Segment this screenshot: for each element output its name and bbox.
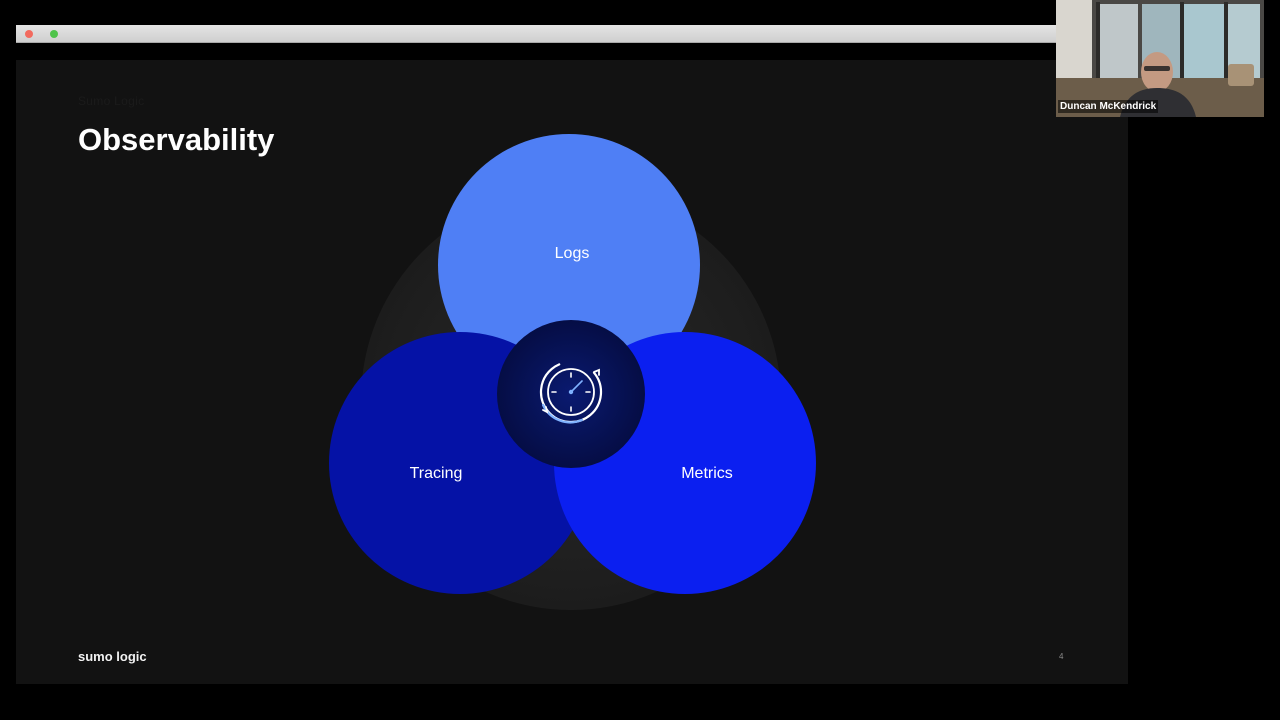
participant-video-tile[interactable]: Duncan McKendrick bbox=[1056, 0, 1264, 117]
participant-name: Duncan McKendrick bbox=[1058, 100, 1159, 113]
tracing-label: Tracing bbox=[410, 465, 463, 482]
close-window-icon[interactable] bbox=[25, 30, 33, 38]
screen: Sumo Logic Observability Logs Tracing Me… bbox=[0, 0, 1280, 720]
observability-venn-diagram: Logs Tracing Metrics bbox=[329, 134, 816, 610]
slide-page-number: 4 bbox=[1059, 652, 1064, 661]
window-title-bar[interactable] bbox=[16, 25, 1056, 43]
sumo-logic-logo: sumo logic bbox=[78, 649, 147, 664]
metrics-label: Metrics bbox=[681, 465, 733, 482]
presentation-slide: Sumo Logic Observability Logs Tracing Me… bbox=[16, 60, 1128, 684]
logs-label: Logs bbox=[555, 245, 590, 262]
zoom-window-icon[interactable] bbox=[50, 30, 58, 38]
